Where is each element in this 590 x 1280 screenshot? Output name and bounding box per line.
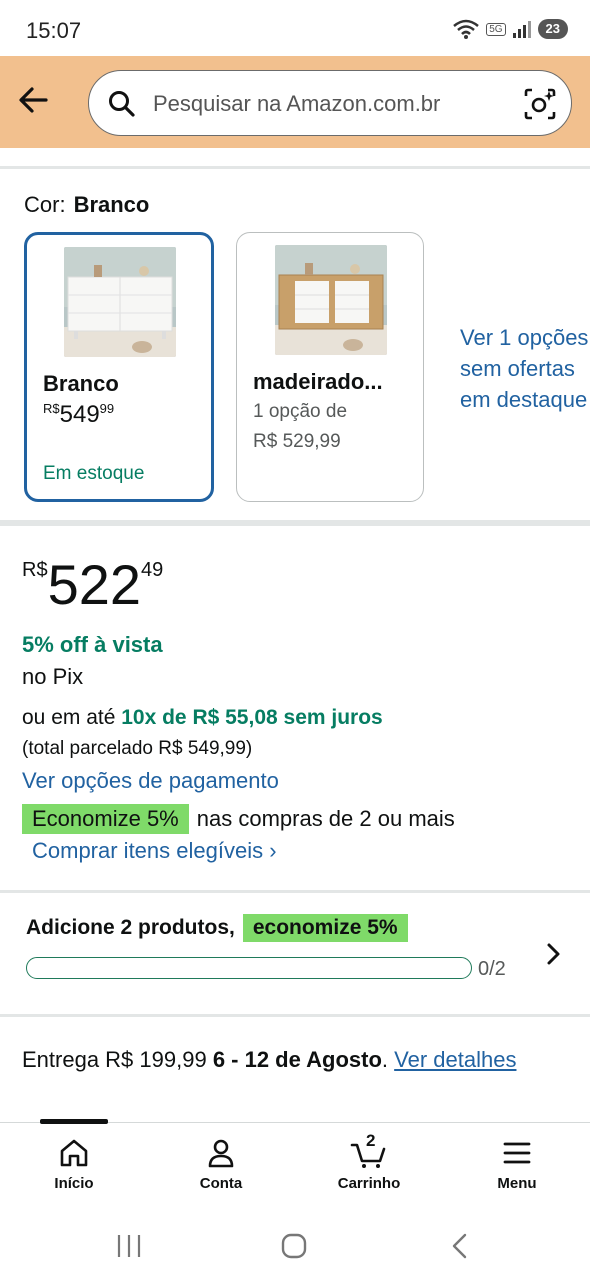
installments-total: (total parcelado R$ 549,99) bbox=[22, 738, 253, 759]
promotion-badge: Economize 5% bbox=[22, 804, 189, 834]
swatch-price: R$54999 bbox=[43, 401, 115, 428]
bundle-progress-bar bbox=[26, 957, 472, 979]
swatch-option-price: R$ 529,99 bbox=[253, 431, 341, 452]
bundle-progress-count: 0/2 bbox=[478, 958, 506, 980]
promotion-text: nas compras de 2 ou mais bbox=[196, 806, 455, 831]
delivery-details-link[interactable]: Ver detalhes bbox=[394, 1047, 516, 1072]
delivery-info: Entrega R$ 199,99 6 - 12 de Agosto. Ver … bbox=[22, 1047, 517, 1072]
nav-cart[interactable]: 2 Carrinho bbox=[314, 1131, 424, 1192]
payment-options-link[interactable]: Ver opções de pagamento bbox=[22, 768, 279, 794]
nav-account[interactable]: Conta bbox=[166, 1137, 276, 1192]
availability-status: Em estoque bbox=[43, 463, 145, 484]
swatch-name: madeirado... bbox=[253, 369, 383, 394]
divider bbox=[0, 890, 590, 893]
search-placeholder: Pesquisar na Amazon.com.br bbox=[153, 91, 441, 116]
wifi-icon bbox=[453, 19, 479, 39]
eligible-items-link[interactable]: Comprar itens elegíveis › bbox=[32, 838, 277, 864]
product-image-white bbox=[64, 247, 176, 357]
product-price: R$52249 bbox=[22, 553, 164, 616]
divider bbox=[0, 1014, 590, 1017]
bottom-navigation: Início Conta 2 Carrinho Menu bbox=[0, 1119, 590, 1214]
active-tab-indicator bbox=[40, 1119, 108, 1124]
pix-label: no Pix bbox=[22, 664, 84, 689]
back-button-icon[interactable] bbox=[448, 1232, 472, 1260]
menu-icon bbox=[503, 1142, 531, 1164]
account-icon bbox=[208, 1139, 234, 1168]
status-time: 15:07 bbox=[26, 18, 82, 43]
status-bar: 15:07 5G 23 bbox=[0, 0, 590, 56]
camera-search-icon[interactable] bbox=[523, 87, 557, 121]
pix-discount: 5% off à vista bbox=[22, 632, 163, 657]
home-icon bbox=[60, 1139, 88, 1167]
recent-apps-icon[interactable] bbox=[116, 1232, 142, 1260]
product-image-wood bbox=[275, 245, 387, 355]
search-input[interactable]: Pesquisar na Amazon.com.br bbox=[88, 70, 572, 136]
cart-count-badge: 2 bbox=[366, 1131, 376, 1150]
search-icon bbox=[109, 91, 135, 117]
nav-home[interactable]: Início bbox=[19, 1137, 129, 1192]
battery-icon: 23 bbox=[537, 19, 568, 39]
swatch-madeirado[interactable]: madeirado... 1 opção de R$ 529,99 bbox=[236, 232, 424, 502]
signal-icon bbox=[512, 21, 531, 38]
bundle-badge: economize 5% bbox=[242, 914, 408, 942]
system-navigation-bar bbox=[0, 1214, 590, 1280]
color-selected-value: Branco bbox=[73, 192, 150, 217]
swatch-name: Branco bbox=[43, 371, 119, 396]
back-arrow-icon[interactable] bbox=[14, 80, 54, 120]
swatch-branco[interactable]: Branco R$54999 Em estoque bbox=[24, 232, 214, 502]
status-icons: 5G 23 bbox=[452, 18, 568, 40]
installments-info: ou em até 10x de R$ 55,08 sem juros bbox=[22, 706, 383, 729]
promotion-row: Economize 5% nas compras de 2 ou mais bbox=[22, 804, 455, 834]
swatch-option-count: 1 opção de bbox=[253, 401, 348, 422]
network-type: 5G bbox=[486, 22, 506, 36]
divider bbox=[0, 166, 590, 169]
divider bbox=[0, 520, 590, 526]
bundle-title: Adicione 2 produtos, economize 5% bbox=[26, 914, 408, 942]
search-header: Pesquisar na Amazon.com.br bbox=[0, 56, 590, 148]
more-options-link[interactable]: Ver 1 opções sem ofertas em destaque bbox=[460, 322, 588, 415]
nav-menu[interactable]: Menu bbox=[462, 1137, 572, 1192]
color-label: Cor: Branco bbox=[24, 192, 150, 217]
delivery-dates: 6 - 12 de Agosto bbox=[212, 1047, 382, 1072]
chevron-right-icon[interactable] bbox=[542, 940, 566, 968]
home-button-icon[interactable] bbox=[280, 1232, 308, 1260]
